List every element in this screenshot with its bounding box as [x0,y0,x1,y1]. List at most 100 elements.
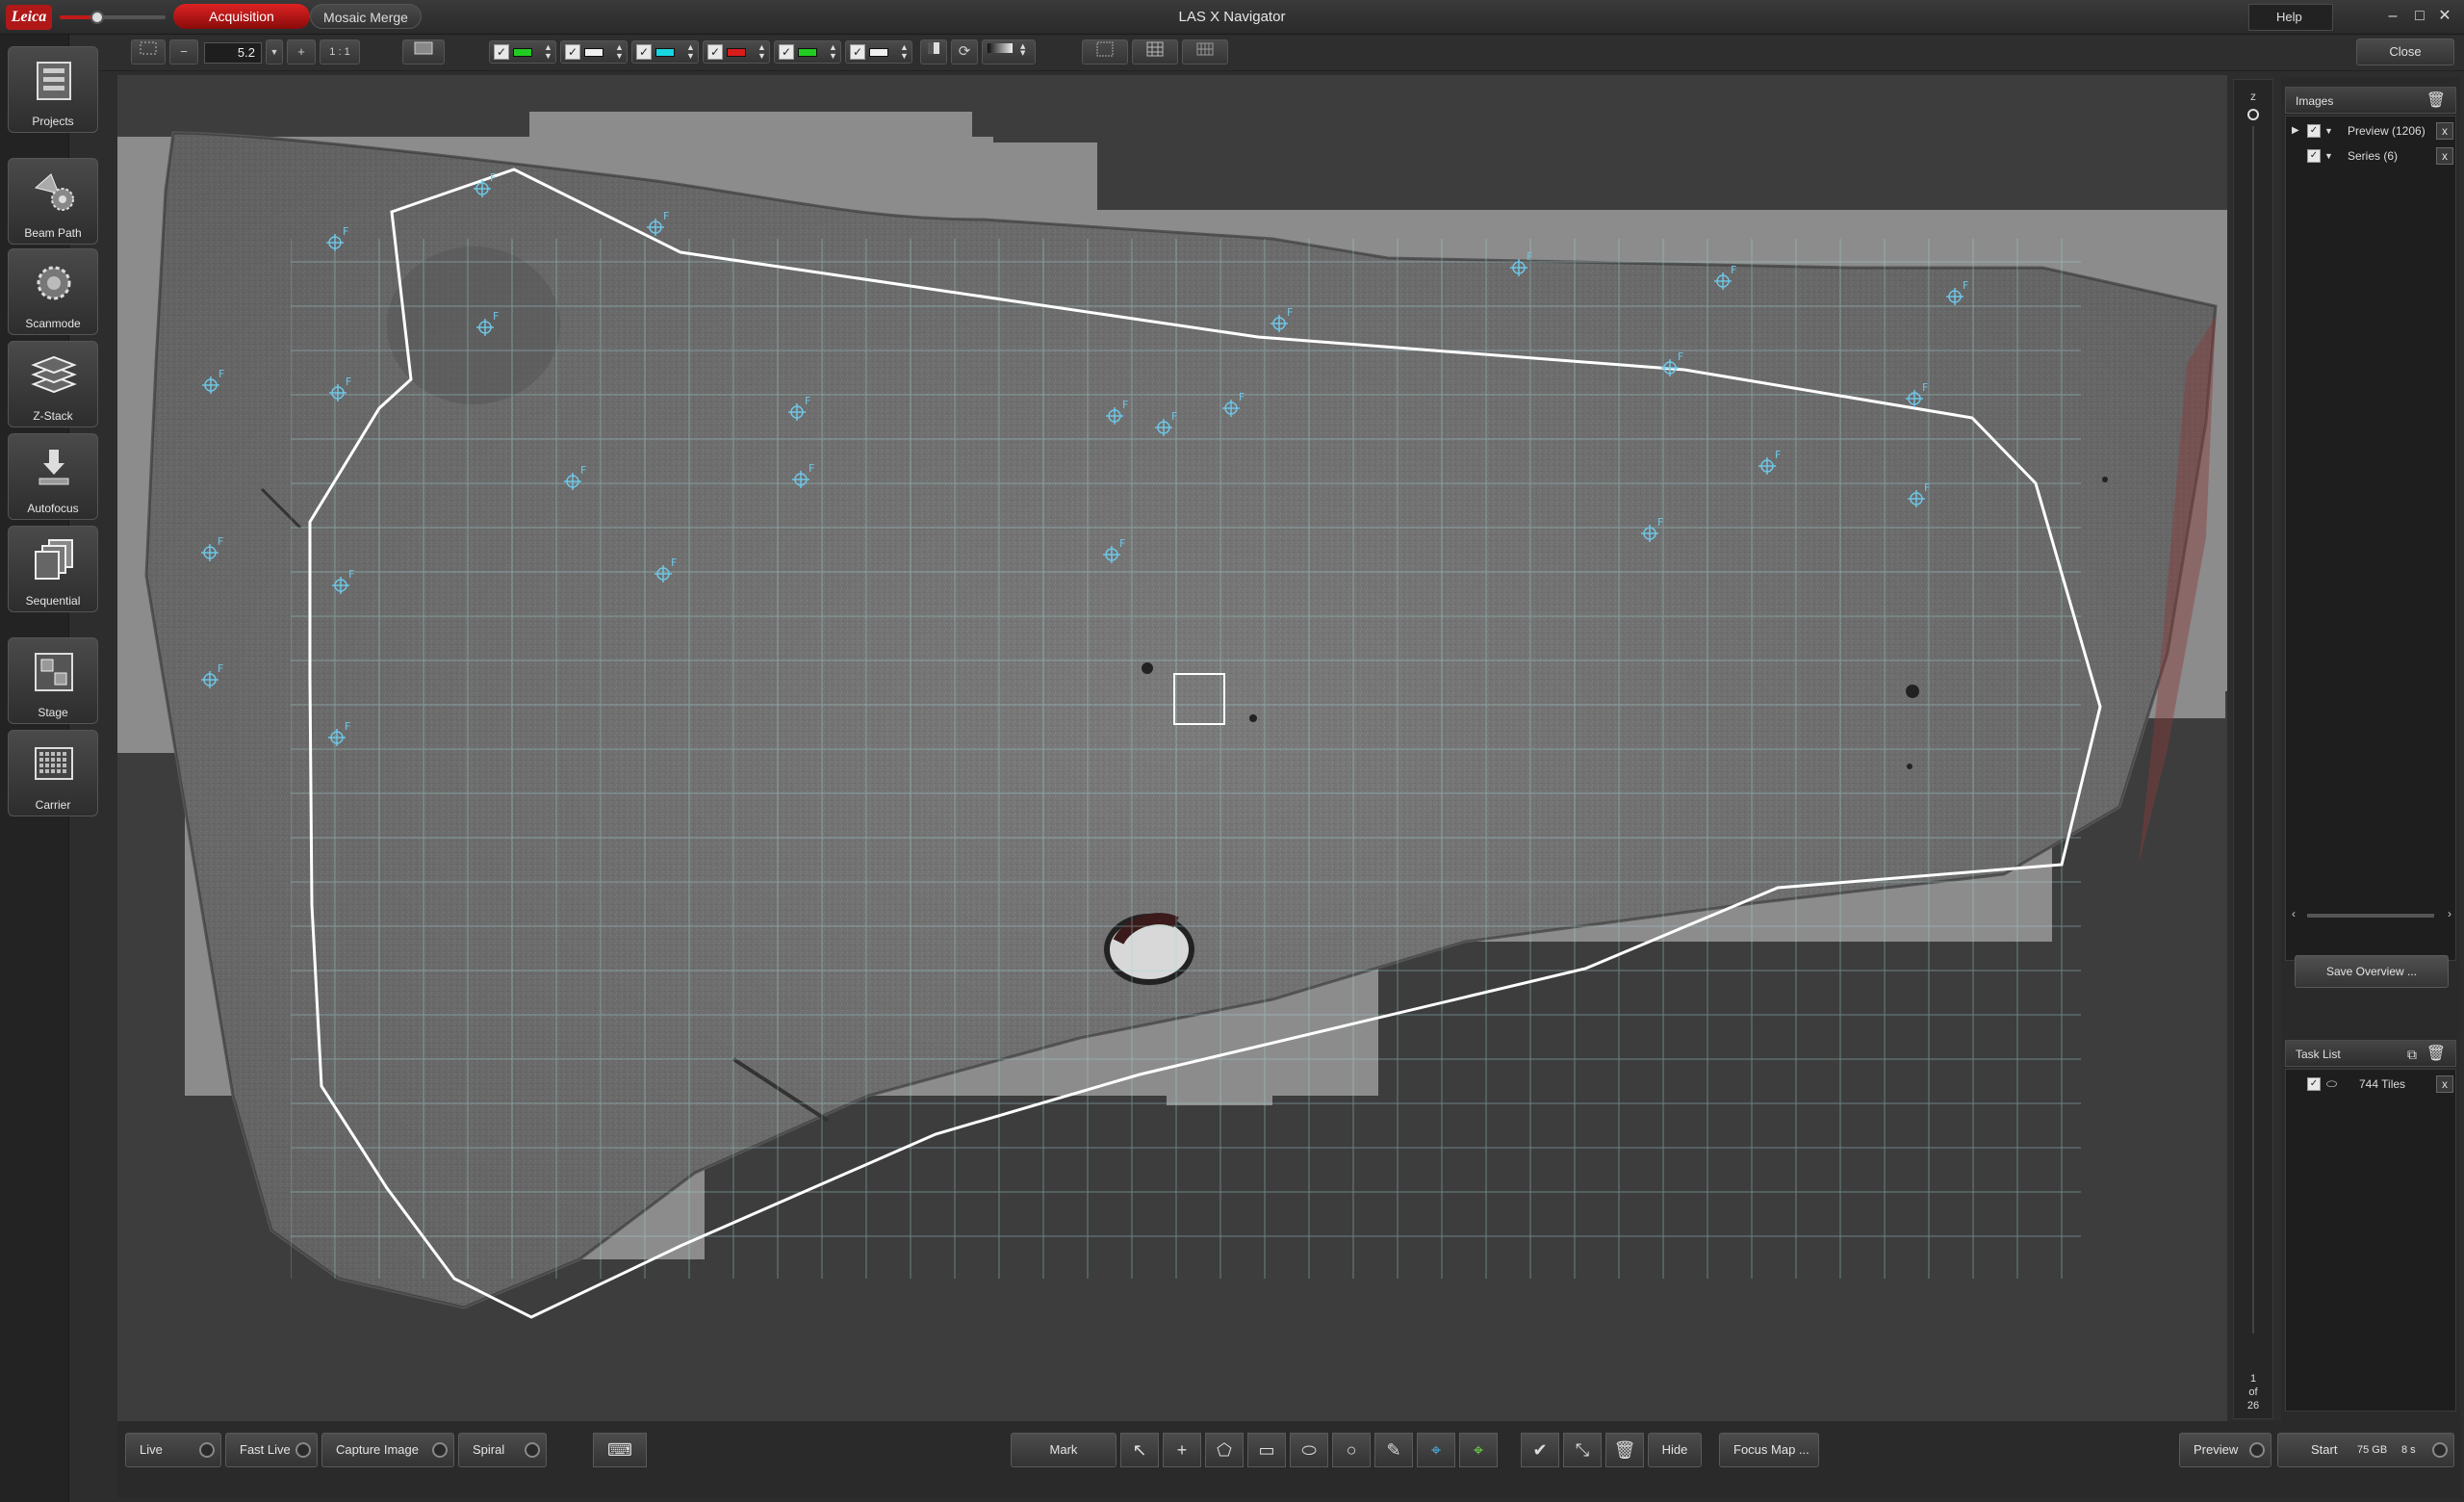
check-icon[interactable]: ✓ [636,44,652,60]
sidebar-label: Projects [32,115,74,128]
list-item[interactable]: ✓ ⬭ 744 Tiles x [2286,1074,2457,1095]
tile-grid-overlay [291,239,2081,1279]
navigator-canvas[interactable]: F F F F F F F F F F F F F F F F F F F F F F F F F F F [117,75,2227,1421]
tab-acquisition[interactable]: Acquisition [173,4,310,29]
slider-knob[interactable] [90,11,104,24]
close-window-icon[interactable]: ✕ [2435,6,2454,27]
channel-6-toggle[interactable]: ✓ ▲ ▼ [845,40,912,64]
scroll-right-icon[interactable]: › [2448,907,2451,920]
remove-task-button[interactable]: x [2436,1075,2453,1093]
capture-image-button[interactable]: Capture Image [321,1433,454,1467]
rectangle-icon[interactable]: ▭ [1247,1433,1286,1467]
sidebar-item-autofocus[interactable]: Autofocus [8,433,98,520]
check-icon[interactable]: ✓ [850,44,865,60]
maximize-icon[interactable]: □ [2410,6,2429,27]
tab-mosaic-merge[interactable]: Mosaic Merge [310,4,422,29]
save-overview-button[interactable]: Save Overview ... [2295,955,2449,988]
tissue-overview-image[interactable]: F F F F F F F F F F F F F F F F F F F F F F F F F F F [117,75,2227,1421]
minimize-icon[interactable]: – [2383,6,2402,27]
spin-arrows-icon[interactable]: ▲ ▼ [757,43,766,61]
channel-3-toggle[interactable]: ✓ ▲ ▼ [631,40,699,64]
add-point-icon[interactable]: + [1163,1433,1201,1467]
check-icon[interactable]: ✓ [494,44,509,60]
spiral-button[interactable]: Spiral [458,1433,547,1467]
one-to-one-button[interactable]: 1 : 1 [320,39,360,65]
fast-live-button[interactable]: Fast Live [225,1433,318,1467]
layout-grid-button[interactable] [1132,39,1178,65]
sidebar-item-beam-path[interactable]: Beam Path [8,158,98,245]
focus-map-button[interactable]: Focus Map ... [1719,1433,1819,1467]
delete-icon[interactable]: 🗑 [1605,1433,1644,1467]
zstack-icon [31,355,77,394]
select-region-icon[interactable]: ⤡ [1563,1433,1602,1467]
select-arrow-icon[interactable]: ↖ [1120,1433,1159,1467]
z-track[interactable] [2252,126,2254,1334]
spin-arrows-icon[interactable]: ▲ ▼ [615,43,624,61]
sidebar-item-stage[interactable]: Stage [8,637,98,724]
check-icon[interactable]: ✓ [2307,124,2321,138]
sidebar-item-scanmode[interactable]: Scanmode [8,248,98,335]
brightness-slider[interactable] [60,11,166,24]
remove-item-button[interactable]: x [2436,147,2453,165]
zoom-input[interactable]: 5.2 [204,42,262,64]
zoom-out-button[interactable]: − [169,39,198,65]
copy-task-icon[interactable]: ⧉ [2407,1041,2417,1068]
sidebar-item-carrier[interactable]: Carrier [8,730,98,816]
channel-1-toggle[interactable]: ✓ ▲ ▼ [489,40,556,64]
channel-2-toggle[interactable]: ✓ ▲ ▼ [560,40,628,64]
overlay-toggle-button[interactable] [402,39,445,65]
spin-arrows-icon[interactable]: ▲ ▼ [829,43,837,61]
trash-icon[interactable]: 🗑 [2426,1041,2446,1068]
sidebar-item-projects[interactable]: Projects [8,46,98,133]
check-icon[interactable]: ✓ [2307,149,2321,163]
ellipse-icon[interactable]: ⬭ [1290,1433,1328,1467]
auto-focus-point-icon[interactable]: ⌖ [1459,1433,1498,1467]
remove-item-button[interactable]: x [2436,122,2453,140]
sidebar-label: Autofocus [27,502,79,515]
expand-arrow-icon[interactable]: ▶ [2292,120,2299,142]
spin-arrows-icon[interactable]: ▲ ▼ [900,43,909,61]
list-item[interactable]: ▶ ✓ ▼ Preview (1206) x [2286,120,2457,142]
scroll-left-icon[interactable]: ‹ [2292,907,2296,920]
close-button[interactable]: Close [2356,39,2454,65]
preview-button[interactable]: Preview [2179,1433,2272,1467]
start-button[interactable]: Start 75 GB 8 s [2277,1433,2454,1467]
dropdown-arrow-icon[interactable]: ▼ [2324,145,2333,167]
z-position-rail[interactable]: z 1 of 26 [2233,79,2273,1419]
freehand-icon[interactable]: ⬠ [1205,1433,1244,1467]
lut-selector[interactable]: ▲ ▼ [982,39,1036,65]
sidebar-item-sequential[interactable]: Sequential [8,526,98,612]
help-button[interactable]: Help [2248,4,2333,31]
check-icon[interactable]: ✓ [707,44,723,60]
z-knob[interactable] [2247,109,2259,120]
horizontal-scrollbar[interactable]: ‹ › [2292,907,2451,921]
layout-single-button[interactable] [1082,39,1128,65]
hide-button[interactable]: Hide [1648,1433,1702,1467]
live-button[interactable]: Live [125,1433,221,1467]
contrast-button[interactable] [920,39,947,65]
spin-arrows-icon[interactable]: ▲ ▼ [686,43,695,61]
images-item-label: Preview (1206) [2348,124,2426,138]
channel-4-toggle[interactable]: ✓ ▲ ▼ [703,40,770,64]
dropdown-arrow-icon[interactable]: ▼ [2324,120,2333,142]
channel-5-toggle[interactable]: ✓ ▲ ▼ [774,40,841,64]
spin-arrows-icon[interactable]: ▲ ▼ [544,43,552,61]
circle-icon[interactable]: ○ [1332,1433,1371,1467]
zoom-dropdown-icon[interactable]: ▼ [266,39,283,65]
trash-icon[interactable]: 🗑 [2426,88,2446,115]
scrollbar-thumb[interactable] [2307,914,2434,918]
pencil-icon[interactable]: ✎ [1374,1433,1413,1467]
refresh-icon[interactable]: ⟳ [951,39,978,65]
keyboard-icon[interactable]: ⌨ [593,1433,647,1467]
check-all-icon[interactable]: ✔ [1521,1433,1559,1467]
check-icon[interactable]: ✓ [2307,1077,2321,1091]
focus-point-icon[interactable]: ⌖ [1417,1433,1455,1467]
check-icon[interactable]: ✓ [565,44,580,60]
sidebar-item-zstack[interactable]: Z-Stack [8,341,98,427]
fit-view-button[interactable] [131,39,166,65]
mark-button[interactable]: Mark [1011,1433,1116,1467]
layout-tiles-button[interactable] [1182,39,1228,65]
zoom-in-button[interactable]: + [287,39,316,65]
list-item[interactable]: ✓ ▼ Series (6) x [2286,145,2457,167]
check-icon[interactable]: ✓ [779,44,794,60]
